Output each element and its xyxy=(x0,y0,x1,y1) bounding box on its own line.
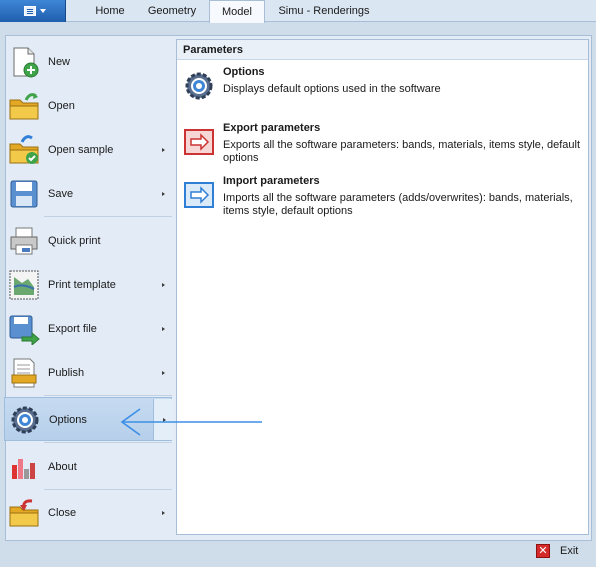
gear-icon xyxy=(11,406,39,434)
tab-home[interactable]: Home xyxy=(78,0,142,22)
open-sample-icon xyxy=(9,135,39,164)
export-icon xyxy=(184,129,214,155)
chevron-right-icon xyxy=(162,327,165,331)
entry-title: Options xyxy=(223,66,265,78)
menu-separator xyxy=(44,395,172,396)
exit-label: Exit xyxy=(560,545,579,557)
print-template-icon xyxy=(9,270,39,300)
menu-item-new[interactable]: New xyxy=(4,40,172,84)
menu-item-publish[interactable]: Publish xyxy=(4,351,172,395)
menu-item-about[interactable]: About xyxy=(4,445,172,489)
import-parameters-entry[interactable]: Import parameters Imports all the softwa… xyxy=(181,175,586,223)
menu-separator xyxy=(44,489,172,490)
tab-geometry[interactable]: Geometry xyxy=(140,0,204,22)
menu-item-save[interactable]: Save xyxy=(4,172,172,216)
tab-simu-renderings[interactable]: Simu - Renderings xyxy=(270,0,378,22)
chevron-right-icon xyxy=(162,511,165,515)
menu-item-label: About xyxy=(48,461,77,473)
menu-item-open-sample[interactable]: Open sample xyxy=(4,128,172,172)
chevron-right-icon xyxy=(162,283,165,287)
app-menu-button[interactable] xyxy=(0,0,66,22)
parameters-panel: Parameters Options Displays default opti… xyxy=(176,39,589,535)
exit-button[interactable]: ✕ Exit xyxy=(536,543,578,559)
menu-item-label: Options xyxy=(49,414,87,426)
menu-item-label: Open xyxy=(48,100,75,112)
open-folder-icon xyxy=(9,93,39,120)
gear-icon xyxy=(185,72,213,100)
tab-model[interactable]: Model xyxy=(209,0,265,23)
chevron-right-icon xyxy=(162,192,165,196)
new-document-icon xyxy=(13,47,39,78)
menu-separator xyxy=(44,216,172,217)
menu-item-label: Quick print xyxy=(48,235,101,247)
about-icon xyxy=(12,459,35,479)
publish-icon xyxy=(11,358,37,388)
menu-item-close[interactable]: Close xyxy=(4,491,172,535)
entry-description: Exports all the software parameters: ban… xyxy=(223,139,581,164)
chevron-right-icon xyxy=(162,371,165,375)
chevron-down-icon xyxy=(40,9,46,13)
menu-item-label: Open sample xyxy=(48,144,114,156)
menu-item-print-template[interactable]: Print template xyxy=(4,263,172,307)
menu-item-label: Print template xyxy=(48,279,116,291)
import-icon xyxy=(184,182,214,208)
menu-item-label: New xyxy=(48,56,71,68)
menu-item-label: Publish xyxy=(48,367,85,379)
export-parameters-entry[interactable]: Export parameters Exports all the softwa… xyxy=(181,122,586,170)
close-folder-icon xyxy=(9,499,39,527)
entry-description: Displays default options used in the sof… xyxy=(223,83,441,95)
export-file-icon xyxy=(9,315,40,345)
menu-item-label: Close xyxy=(48,507,77,519)
entry-title: Import parameters xyxy=(223,175,320,187)
menu-icon xyxy=(24,6,36,16)
chevron-right-icon xyxy=(162,148,165,152)
panel-title: Parameters xyxy=(177,40,588,60)
exit-icon: ✕ xyxy=(536,544,550,558)
save-icon xyxy=(10,180,38,208)
entry-description: Imports all the software parameters (add… xyxy=(223,192,573,217)
menu-item-open[interactable]: Open xyxy=(4,84,172,128)
entry-title: Export parameters xyxy=(223,122,321,134)
ribbon-tab-bar: Home Geometry Model Simu - Renderings xyxy=(0,0,596,23)
menu-item-export-file[interactable]: Export file xyxy=(4,307,172,351)
menu-item-quick-print[interactable]: Quick print xyxy=(4,219,172,263)
annotation-arrow xyxy=(120,408,262,436)
menu-item-label: Save xyxy=(48,188,74,200)
menu-item-label: Export file xyxy=(48,323,97,335)
printer-icon xyxy=(10,227,38,255)
options-entry[interactable]: Options Displays default options used in… xyxy=(181,66,586,106)
